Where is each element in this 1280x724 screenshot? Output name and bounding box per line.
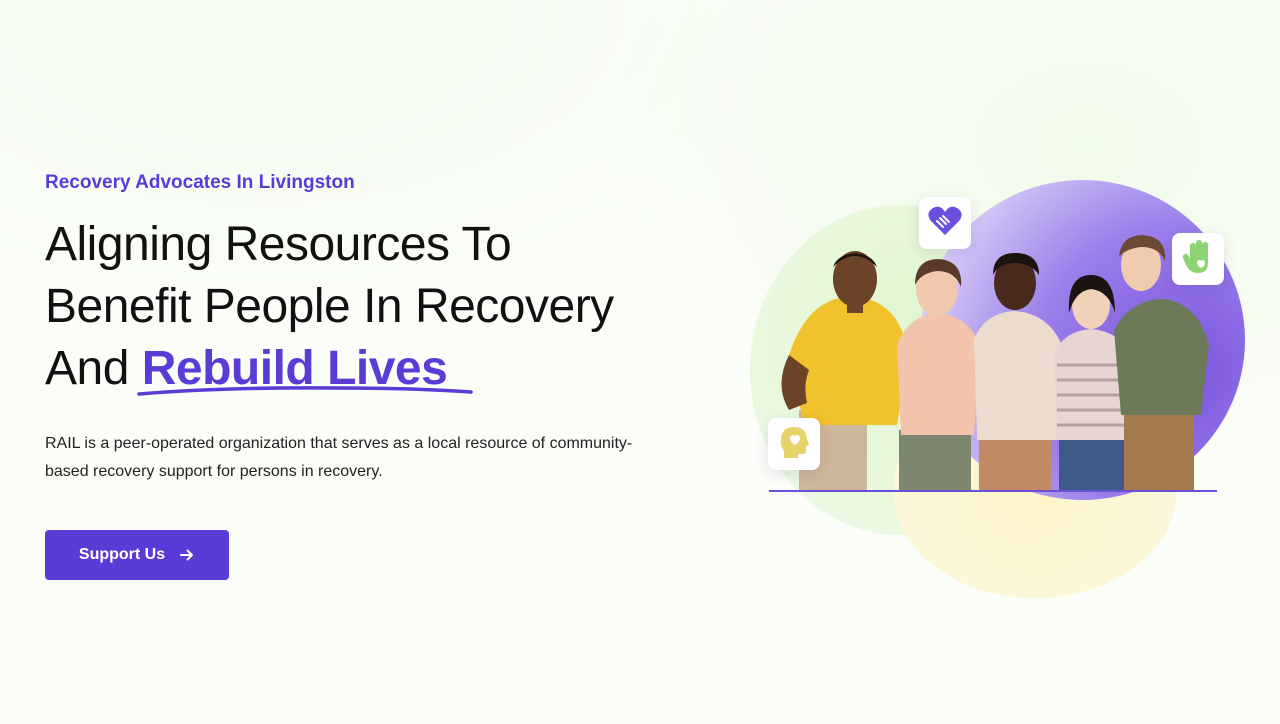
headline-highlight-wrap: Rebuild Lives [137,338,473,400]
mind-heart-badge [768,418,820,470]
hero-illustration [745,175,1255,605]
hero-description: RAIL is a peer-operated organization tha… [45,435,633,480]
support-us-button[interactable]: Support Us [45,530,229,580]
underline-swoosh [137,386,473,396]
heart-hands-badge [919,197,971,249]
person-cream-sweater [974,253,1061,491]
mind-heart-icon [778,425,810,464]
group-photo [781,235,1209,491]
arrow-right-icon [179,547,195,563]
photo-baseline [769,490,1217,492]
raised-hand-badge [1172,233,1224,285]
headline-line-2: Benefit People In Recovery [45,280,614,333]
support-us-label: Support Us [78,546,166,563]
hero-headline: Aligning Resources To Benefit People In … [45,214,614,400]
headline-prefix: And [45,342,129,395]
hero-section: Recovery Advocates In Livingston Alignin… [0,0,1280,724]
headline-line-3: And Rebuild Lives [45,338,614,400]
hero-eyebrow: Recovery Advocates In Livingston [45,172,355,193]
person-pink-sweater [897,259,981,491]
heart-hands-icon [927,205,963,242]
raised-hand-icon [1182,239,1214,280]
headline-line-1: Aligning Resources To [45,218,512,271]
